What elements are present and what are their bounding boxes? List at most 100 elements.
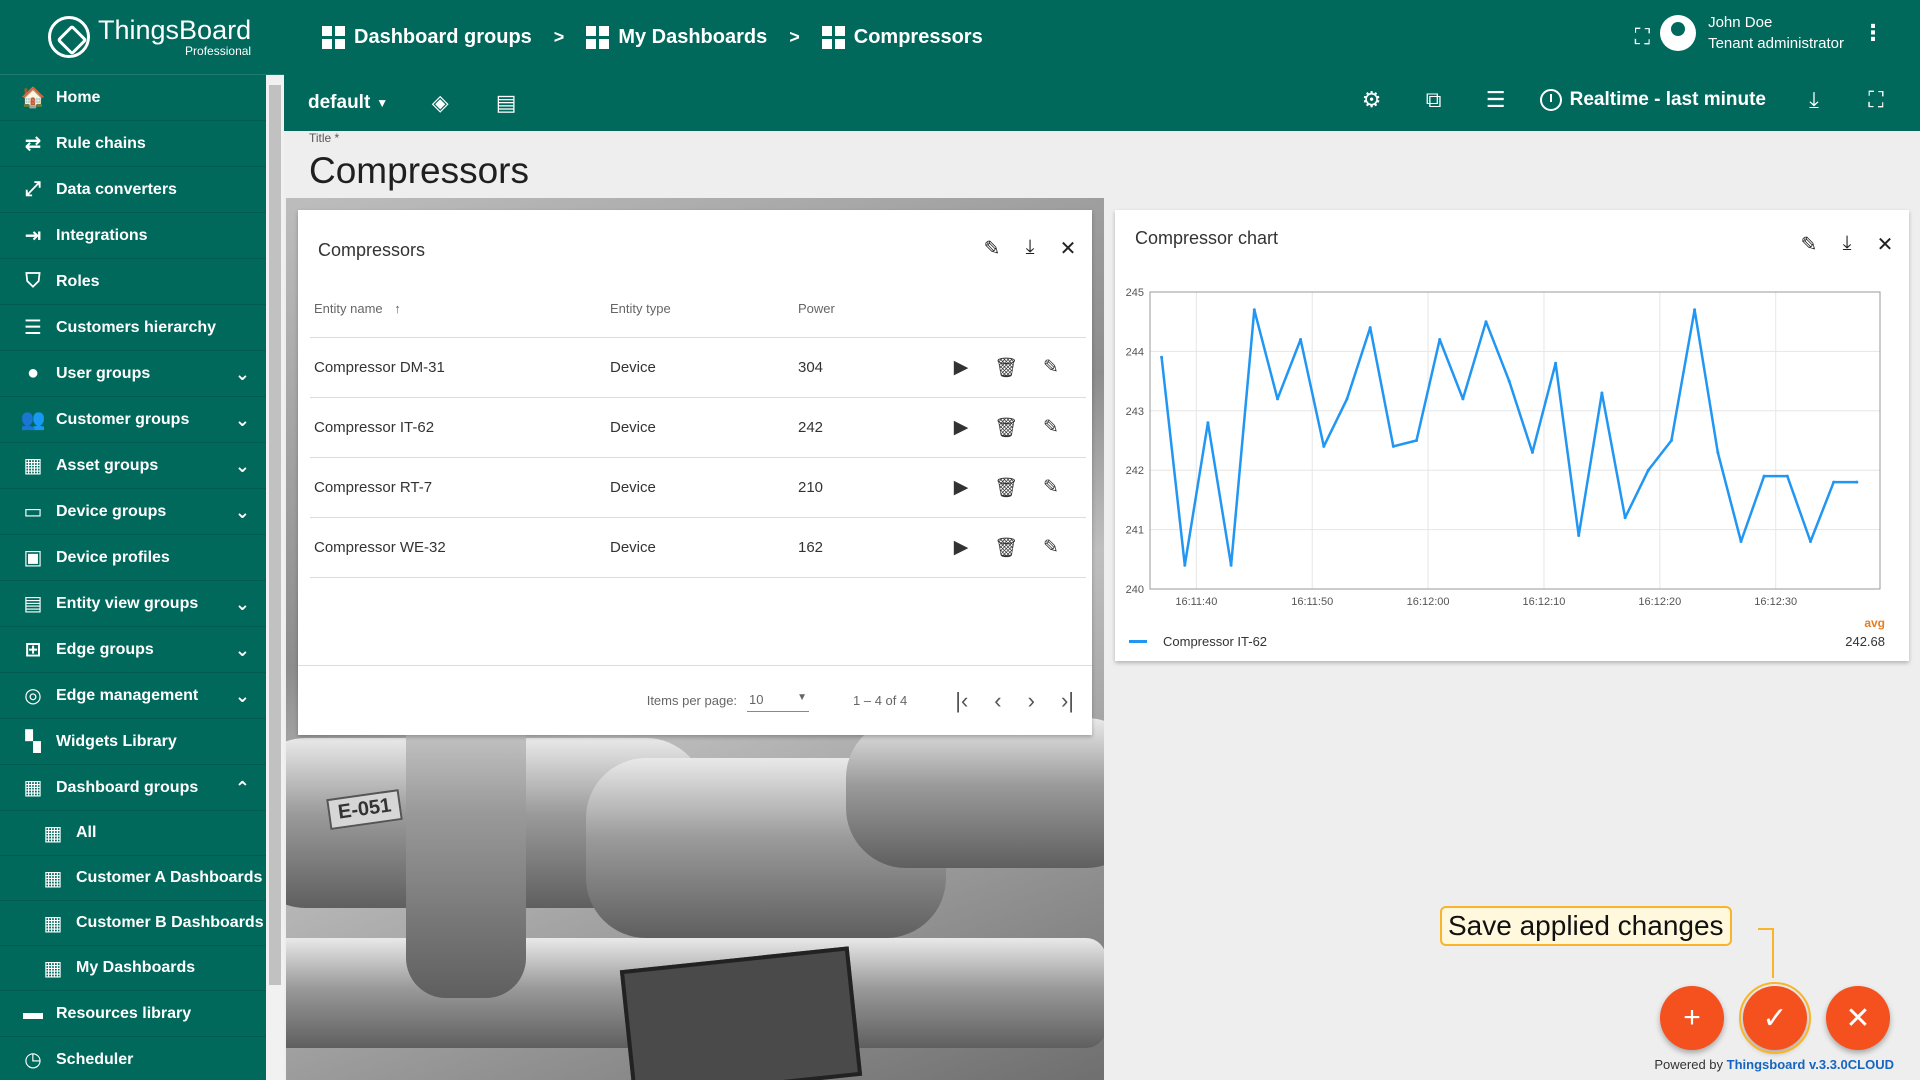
sidebar-item-customer-a-dashboards[interactable]: ▦ Customer A Dashboards xyxy=(0,856,266,901)
download-icon[interactable]: ⤓ xyxy=(1800,87,1828,113)
data-converters-icon: ⤢ xyxy=(25,178,41,200)
customer-groups-icon: 👥 xyxy=(20,409,46,431)
sidebar-item-resources-library[interactable]: ▬ Resources library xyxy=(0,991,266,1037)
add-widget-button[interactable]: + xyxy=(1660,986,1724,1050)
fullscreen-icon[interactable]: ⛶ xyxy=(1862,87,1890,113)
sidebar-item-label: Data converters xyxy=(56,180,177,198)
save-changes-button[interactable]: ✓ xyxy=(1739,982,1811,1054)
edit-icon[interactable]: ✎ xyxy=(982,236,1002,261)
column-header-entity-name[interactable]: Entity name ↑ xyxy=(314,301,610,316)
previous-page-icon[interactable]: ‹ xyxy=(994,688,1001,714)
chevron-up-icon[interactable]: ⌃ xyxy=(235,778,250,799)
close-icon[interactable]: ✕ xyxy=(1058,236,1078,261)
chevron-down-icon[interactable]: ⌄ xyxy=(235,410,250,431)
timewindow-button[interactable]: Realtime - last minute xyxy=(1539,89,1766,111)
sidebar-item-scheduler[interactable]: ◷ Scheduler xyxy=(0,1037,266,1080)
delete-icon[interactable]: 🗑 xyxy=(991,416,1021,440)
powered-by-brand[interactable]: Thingsboard v.3.3.0CLOUD xyxy=(1727,1057,1894,1072)
sidebar-item-device-groups[interactable]: ▭ Device groups ⌄ xyxy=(0,489,266,535)
line-chart[interactable]: 240 241 242 243 244 245 16:11:40 16:11:50 16:12:… xyxy=(1115,270,1909,610)
table-row[interactable]: Compressor WE-32 Device 162 ▶ 🗑 ✎ xyxy=(310,518,1086,578)
table-row[interactable]: Compressor IT-62 Device 242 ▶ 🗑 ✎ xyxy=(310,398,1086,458)
edit-icon[interactable]: ✎ xyxy=(1036,416,1066,440)
chevron-down-icon[interactable]: ⌄ xyxy=(235,594,250,615)
breadcrumb-separator: > xyxy=(553,27,565,47)
filter-icon[interactable]: ☰ xyxy=(1482,87,1510,113)
edit-icon[interactable]: ✎ xyxy=(1036,536,1066,560)
paginator: Items per page: 10 ▼ 1 – 4 of 4 |‹ ‹ › ›… xyxy=(298,665,1092,735)
breadcrumb-dashboard-groups[interactable]: Dashboard groups xyxy=(322,25,532,50)
widgets-library-icon: ▚ xyxy=(25,731,41,753)
sidebar-item-device-profiles[interactable]: ▣ Device profiles xyxy=(0,535,266,581)
layout-select[interactable]: default ▼ xyxy=(308,92,388,114)
thingsboard-logo-icon xyxy=(48,16,90,58)
sidebar-item-customers-hierarchy[interactable]: ☰ Customers hierarchy xyxy=(0,305,266,351)
sidebar-item-all[interactable]: ▦ All xyxy=(0,811,266,856)
sidebar-item-widgets-library[interactable]: ▚ Widgets Library xyxy=(0,719,266,765)
legend-row[interactable]: Compressor IT-62 242.68 xyxy=(1127,634,1885,649)
delete-icon[interactable]: 🗑 xyxy=(991,476,1021,500)
sidebar-item-dashboard-groups[interactable]: ▦ Dashboard groups ⌃ xyxy=(0,765,266,811)
last-page-icon[interactable]: ›| xyxy=(1061,688,1074,714)
next-page-icon[interactable]: › xyxy=(1028,688,1035,714)
page-size-select[interactable]: 10 ▼ xyxy=(747,690,810,712)
sidebar-item-entity-view-groups[interactable]: ▤ Entity view groups ⌄ xyxy=(0,581,266,627)
sidebar-item-customer-b-dashboards[interactable]: ▦ Customer B Dashboards xyxy=(0,901,266,946)
cancel-edit-button[interactable]: ✕ xyxy=(1826,986,1890,1050)
play-icon[interactable]: ▶ xyxy=(946,356,976,380)
sidebar-item-home[interactable]: 🏠 Home xyxy=(0,75,266,121)
play-icon[interactable]: ▶ xyxy=(946,416,976,440)
sidebar-scrollbar-thumb[interactable] xyxy=(269,85,281,985)
sidebar-item-roles[interactable]: ⛉ Roles xyxy=(0,259,266,305)
legend-stat-value: 242.68 xyxy=(1845,634,1885,649)
download-icon[interactable]: ⤓ xyxy=(1837,232,1857,257)
edit-icon[interactable]: ✎ xyxy=(1799,232,1819,257)
download-icon[interactable]: ⤓ xyxy=(1020,236,1040,261)
x-tick-label: 16:11:40 xyxy=(1175,596,1217,608)
sidebar-item-data-converters[interactable]: ⤢ Data converters xyxy=(0,167,266,213)
play-icon[interactable]: ▶ xyxy=(946,476,976,500)
column-header-entity-type[interactable]: Entity type xyxy=(610,301,798,316)
sidebar-item-my-dashboards[interactable]: ▦ My Dashboards xyxy=(0,946,266,991)
dashboard-title-input[interactable]: Compressors xyxy=(309,150,529,192)
edge-groups-icon: ⊞ xyxy=(24,639,42,661)
user-menu[interactable]: John Doe Tenant administrator ⋮ xyxy=(1660,14,1884,52)
sidebar-item-edge-management[interactable]: ◎ Edge management ⌄ xyxy=(0,673,266,719)
layers-icon[interactable]: ◈ xyxy=(426,90,454,116)
fullscreen-icon[interactable]: ⛶ xyxy=(1635,24,1650,50)
chevron-down-icon[interactable]: ⌄ xyxy=(235,640,250,661)
more-vertical-icon[interactable]: ⋮ xyxy=(1862,20,1884,46)
chevron-down-icon[interactable]: ⌄ xyxy=(235,364,250,385)
sidebar-item-integrations[interactable]: ⇥ Integrations xyxy=(0,213,266,259)
chevron-down-icon[interactable]: ⌄ xyxy=(235,502,250,523)
delete-icon[interactable]: 🗑 xyxy=(991,356,1021,380)
layout-icon[interactable]: ▤ xyxy=(492,90,520,116)
sidebar-scrollbar[interactable] xyxy=(266,75,284,1080)
y-tick-label: 244 xyxy=(1126,346,1144,358)
customer-b-dashboards-icon: ▦ xyxy=(43,912,63,935)
sidebar-item-user-groups[interactable]: ● User groups ⌄ xyxy=(0,351,266,397)
edit-icon[interactable]: ✎ xyxy=(1036,476,1066,500)
my-dashboards-icon: ▦ xyxy=(43,957,63,980)
chevron-down-icon[interactable]: ⌄ xyxy=(235,686,250,707)
logo[interactable]: ThingsBoard Professional xyxy=(0,0,284,75)
column-header-power[interactable]: Power xyxy=(798,301,928,316)
close-icon[interactable]: ✕ xyxy=(1875,232,1895,257)
edit-icon[interactable]: ✎ xyxy=(1036,356,1066,380)
table-row[interactable]: Compressor RT-7 Device 210 ▶ 🗑 ✎ xyxy=(310,458,1086,518)
sidebar-item-edge-groups[interactable]: ⊞ Edge groups ⌄ xyxy=(0,627,266,673)
chevron-down-icon[interactable]: ⌄ xyxy=(235,456,250,477)
delete-icon[interactable]: 🗑 xyxy=(991,536,1021,560)
sidebar-item-asset-groups[interactable]: ▦ Asset groups ⌄ xyxy=(0,443,266,489)
y-tick-label: 245 xyxy=(1126,287,1144,299)
settings-icon[interactable]: ⚙ xyxy=(1358,87,1386,113)
sidebar-item-customer-groups[interactable]: 👥 Customer groups ⌄ xyxy=(0,397,266,443)
entity-aliases-icon[interactable]: ⧉ xyxy=(1420,87,1448,113)
user-name: John Doe xyxy=(1708,14,1773,31)
breadcrumb-my-dashboards[interactable]: My Dashboards xyxy=(586,25,767,50)
sidebar-item-rule-chains[interactable]: ⇄ Rule chains xyxy=(0,121,266,167)
table-row[interactable]: Compressor DM-31 Device 304 ▶ 🗑 ✎ xyxy=(310,338,1086,398)
play-icon[interactable]: ▶ xyxy=(946,536,976,560)
sidebar-item-label: Customer groups xyxy=(56,410,190,428)
first-page-icon[interactable]: |‹ xyxy=(955,688,968,714)
